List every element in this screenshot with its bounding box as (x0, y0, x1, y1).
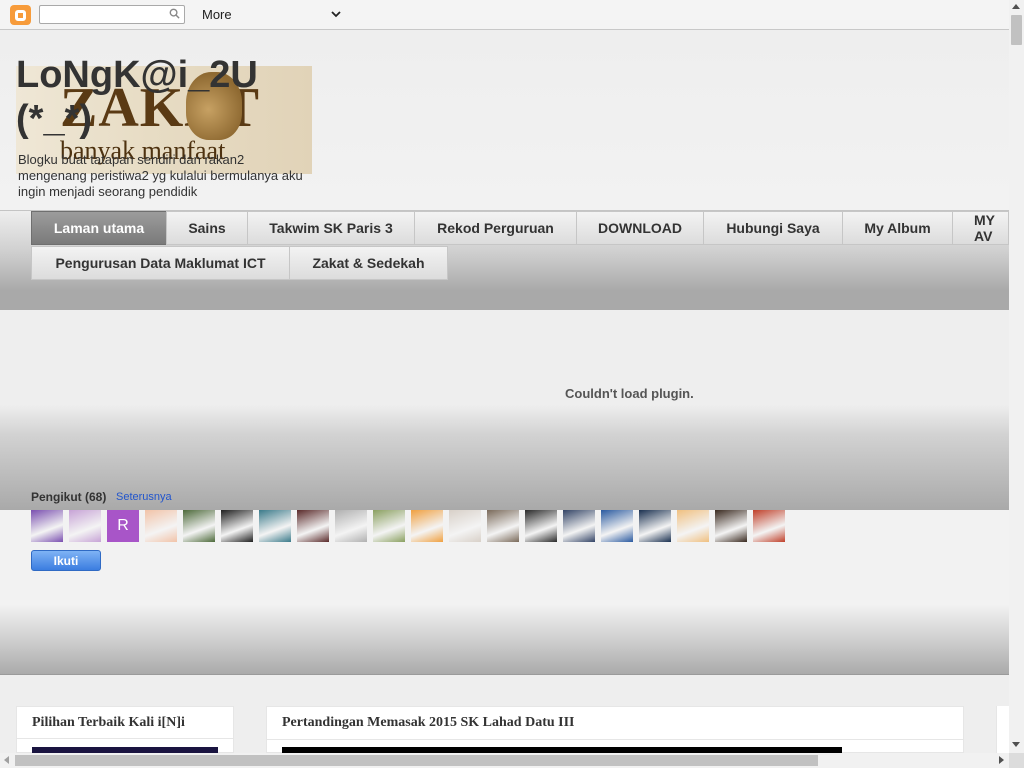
scroll-thumb[interactable] (1011, 15, 1022, 45)
followers-title: Pengikut (68) (31, 490, 107, 504)
follower-avatar[interactable] (297, 510, 329, 542)
follower-avatar[interactable] (639, 510, 671, 542)
tab-takwim[interactable]: Takwim SK Paris 3 (247, 211, 415, 245)
plugin-area: Couldn't load plugin. (0, 310, 1009, 510)
main-post: Pertandingan Memasak 2015 SK Lahad Datu … (266, 706, 964, 754)
follower-avatar[interactable] (677, 510, 709, 542)
divider (17, 738, 233, 739)
more-menu[interactable]: More (202, 7, 232, 22)
tab-sains[interactable]: Sains (166, 211, 248, 245)
blog-title[interactable]: LoNgK@i_2U (*_*) (16, 53, 306, 141)
scroll-up-icon[interactable] (1012, 4, 1020, 9)
horizontal-scrollbar[interactable] (0, 753, 1009, 768)
blog-description: Blogku buat tatapan sendiri dan rakan2 m… (18, 152, 303, 199)
tab-rekod-perguruan[interactable]: Rekod Perguruan (414, 211, 577, 245)
search-input[interactable] (39, 5, 185, 24)
scroll-right-icon[interactable] (999, 756, 1004, 764)
follow-button[interactable]: Ikuti (31, 550, 101, 571)
follower-avatar[interactable] (715, 510, 747, 542)
sidebar-widget-title: Pilihan Terbaik Kali i[N]i (32, 715, 185, 730)
follower-avatar[interactable] (411, 510, 443, 542)
follower-avatar[interactable] (259, 510, 291, 542)
follower-avatar[interactable] (449, 510, 481, 542)
follower-avatar[interactable] (525, 510, 557, 542)
scroll-left-icon[interactable] (4, 756, 9, 764)
follower-avatar[interactable]: R (107, 510, 139, 542)
follower-avatar[interactable] (753, 510, 785, 542)
follower-avatar[interactable] (373, 510, 405, 542)
right-column (996, 706, 1009, 753)
tab-zakat-sedekah[interactable]: Zakat & Sedekah (289, 246, 448, 280)
follower-avatar[interactable] (487, 510, 519, 542)
followers-more-link[interactable]: Seterusnya (116, 491, 172, 503)
scroll-down-icon[interactable] (1012, 742, 1020, 747)
tab-hubungi-saya[interactable]: Hubungi Saya (703, 211, 843, 245)
tab-download[interactable]: DOWNLOAD (576, 211, 704, 245)
blogger-logo-icon[interactable] (10, 5, 31, 25)
divider (267, 739, 963, 740)
chevron-down-icon[interactable] (330, 8, 342, 20)
follower-avatar[interactable] (145, 510, 177, 542)
tab-laman-utama[interactable]: Laman utama (31, 211, 167, 245)
follower-avatar[interactable] (221, 510, 253, 542)
tab-my-av[interactable]: MY AV (952, 211, 1009, 245)
follower-avatar[interactable] (31, 510, 63, 542)
follower-avatar[interactable] (601, 510, 633, 542)
vertical-scrollbar[interactable] (1009, 0, 1024, 753)
scrollbar-corner (1009, 753, 1024, 768)
blogger-navbar: More (0, 0, 1024, 30)
follower-avatar[interactable] (335, 510, 367, 542)
follower-avatar[interactable] (563, 510, 595, 542)
follower-avatar[interactable] (69, 510, 101, 542)
plugin-error-message: Couldn't load plugin. (565, 386, 694, 401)
post-title[interactable]: Pertandingan Memasak 2015 SK Lahad Datu … (282, 715, 575, 731)
tab-my-album[interactable]: My Album (842, 211, 953, 245)
follower-avatar[interactable] (183, 510, 215, 542)
search-icon[interactable] (169, 8, 180, 19)
page-tabs-bar: Laman utama Sains Takwim SK Paris 3 Reko… (0, 210, 1009, 310)
sidebar-widget: Pilihan Terbaik Kali i[N]i (16, 706, 234, 754)
scroll-thumb-horizontal[interactable] (15, 755, 818, 766)
tab-pengurusan-data[interactable]: Pengurusan Data Maklumat ICT (31, 246, 290, 280)
blog-header: ZAKAT banyak manfaat LoNgK@i_2U (*_*) Bl… (0, 30, 1009, 210)
